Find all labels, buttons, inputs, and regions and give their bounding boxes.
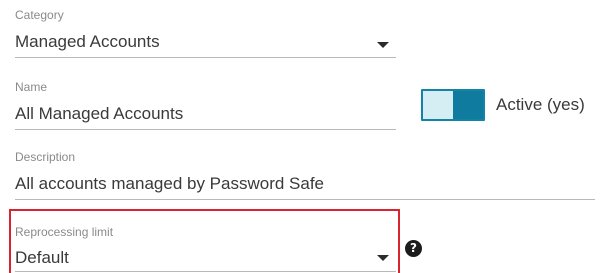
description-field[interactable]: Description All accounts managed by Pass… xyxy=(15,150,595,200)
category-label: Category xyxy=(15,8,64,22)
reprocessing-limit-underline xyxy=(15,271,396,272)
chevron-down-icon[interactable] xyxy=(377,42,389,48)
description-label: Description xyxy=(15,150,76,164)
reprocessing-limit-value[interactable]: Default xyxy=(15,248,69,268)
question-circle-icon[interactable]: ? xyxy=(405,240,422,257)
description-value[interactable]: All accounts managed by Password Safe xyxy=(15,174,324,194)
toggle-knob[interactable] xyxy=(453,91,483,119)
active-toggle[interactable] xyxy=(421,89,485,121)
category-value[interactable]: Managed Accounts xyxy=(15,32,160,52)
name-label: Name xyxy=(15,80,48,94)
category-underline xyxy=(15,57,396,58)
reprocessing-limit-select[interactable]: Reprocessing limit Default xyxy=(15,225,396,273)
active-toggle-label: Active (yes) xyxy=(496,95,585,114)
chevron-down-icon[interactable] xyxy=(377,255,389,261)
category-select[interactable]: Category Managed Accounts xyxy=(15,8,396,58)
name-field[interactable]: Name All Managed Accounts xyxy=(15,80,396,130)
description-underline xyxy=(15,199,595,200)
reprocessing-limit-label: Reprocessing limit xyxy=(15,225,114,239)
name-value[interactable]: All Managed Accounts xyxy=(15,104,183,124)
name-underline xyxy=(15,129,396,130)
